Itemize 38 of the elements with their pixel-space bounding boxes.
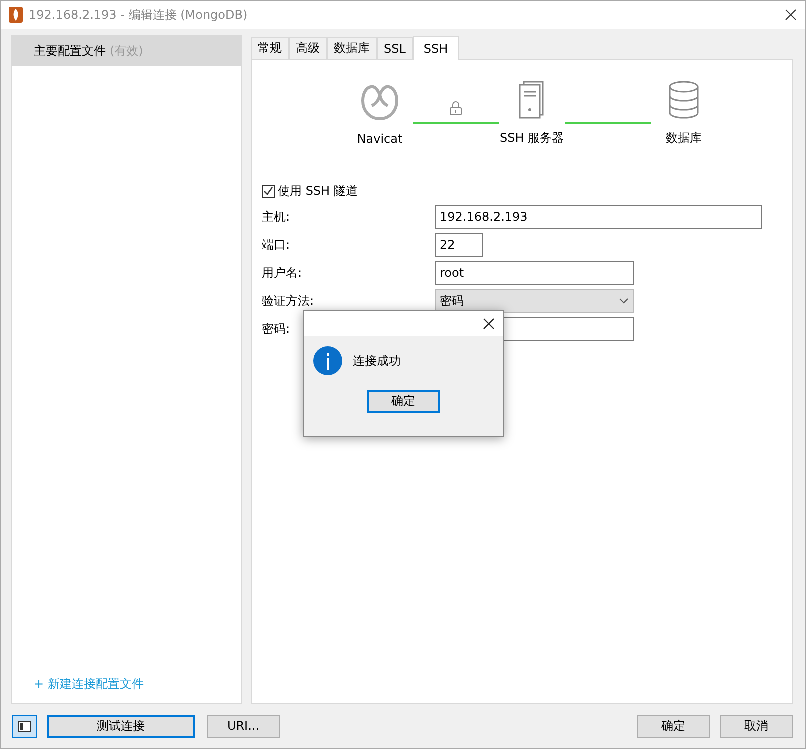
test-connection-button[interactable]: 测试连接 <box>47 714 195 738</box>
node-label: 数据库 <box>666 130 702 147</box>
sidebar-item[interactable]: 主要配置文件 (有效) <box>12 36 241 66</box>
info-icon <box>313 346 343 376</box>
checkbox[interactable] <box>262 185 275 198</box>
close-icon[interactable] <box>785 9 797 21</box>
tab[interactable]: SSH <box>412 36 460 60</box>
tab[interactable]: 高级 <box>289 37 327 59</box>
cancel-button[interactable]: 取消 <box>720 714 793 738</box>
sidebar-toggle-button[interactable] <box>12 714 37 738</box>
panel-icon <box>18 720 31 732</box>
input-field[interactable]: 192.168.2.193 <box>435 205 762 229</box>
field-label: 主机: <box>262 208 292 226</box>
dialog-message: 连接成功 <box>353 352 401 370</box>
chevron-down-icon <box>619 298 629 304</box>
ok-button[interactable]: 确定 <box>637 714 710 738</box>
node-label: SSH 服务器 <box>500 130 564 147</box>
auth-method-select[interactable]: 密码 <box>435 289 634 313</box>
field-label: 密码: <box>262 320 292 338</box>
lock-icon <box>449 101 463 116</box>
field-label: 用户名: <box>262 264 304 282</box>
database-icon <box>668 80 700 120</box>
dialog-ok-button[interactable]: 确定 <box>367 390 440 413</box>
tab[interactable]: 数据库 <box>327 37 377 59</box>
uri-button[interactable]: URI... <box>207 714 280 738</box>
window-title: 192.168.2.193 - 编辑连接 (MongoDB) <box>29 6 249 24</box>
input-field[interactable]: root <box>435 261 634 285</box>
ssh-tunnel-checkbox[interactable]: 使用 SSH 隧道 <box>262 183 762 200</box>
field-label: 验证方法: <box>262 292 316 310</box>
close-icon[interactable] <box>483 318 495 330</box>
app-leaf-icon <box>9 7 23 23</box>
tab[interactable]: 常规 <box>251 37 289 59</box>
node-label: Navicat <box>357 132 403 146</box>
input-field[interactable]: 22 <box>435 233 483 257</box>
field-label: 端口: <box>262 236 292 254</box>
status-note: (有效) <box>110 42 144 60</box>
server-icon <box>517 80 547 120</box>
tab[interactable]: SSL <box>377 37 413 59</box>
